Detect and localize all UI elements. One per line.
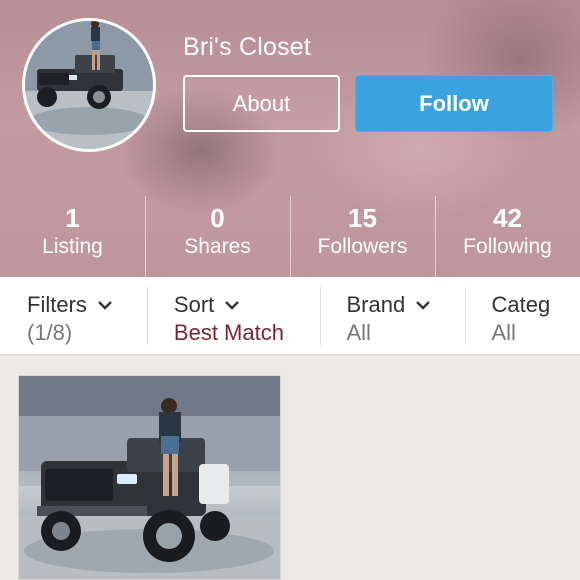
stat-label: Shares — [184, 235, 251, 258]
brand-label: Brand — [346, 292, 406, 317]
sort-value: Best Match — [173, 320, 284, 345]
listing-photo-truck-icon — [19, 376, 280, 579]
stat-count: 0 — [210, 203, 225, 233]
sort-dropdown[interactable]: Sort Best Match — [146, 277, 320, 354]
stat-following[interactable]: 42 Following — [435, 196, 580, 277]
filter-label-row: Sort — [174, 292, 320, 318]
category-dropdown[interactable]: Categ All — [464, 277, 580, 354]
stat-shares[interactable]: 0 Shares — [145, 196, 290, 277]
filter-label-row: Brand — [347, 292, 465, 318]
brand-dropdown[interactable]: Brand All — [319, 277, 465, 354]
stat-count: 42 — [493, 203, 522, 233]
filters-value: (1/8) — [27, 320, 73, 345]
profile-photo-truck-icon — [25, 21, 153, 149]
stat-label: Listing — [42, 235, 103, 258]
stat-label: Following — [463, 235, 552, 258]
stat-followers[interactable]: 15 Followers — [290, 196, 435, 277]
stat-count: 15 — [348, 203, 377, 233]
chevron-down-icon — [416, 301, 431, 310]
stat-listings[interactable]: 1 Listing — [0, 196, 145, 277]
stat-count: 1 — [65, 203, 80, 233]
brand-value: All — [346, 320, 371, 345]
profile-stats: 1 Listing 0 Shares 15 Followers 42 Follo… — [0, 196, 580, 277]
filters-dropdown[interactable]: Filters (1/8) — [0, 277, 147, 354]
avatar[interactable] — [22, 18, 156, 152]
shop-name: Bri's Closet — [183, 33, 312, 61]
filter-bar: Filters (1/8) Sort Best Match Brand All … — [0, 277, 580, 355]
chevron-down-icon — [98, 301, 112, 310]
listing-grid — [0, 355, 580, 580]
filters-label: Filters — [27, 292, 87, 317]
follow-button[interactable]: Follow — [355, 75, 553, 132]
filter-label-row: Filters — [27, 292, 147, 318]
category-label: Categ — [491, 292, 551, 317]
profile-header: Bri's Closet About Follow 1 Listing 0 Sh… — [0, 0, 580, 277]
sort-label: Sort — [173, 292, 215, 317]
chevron-down-icon — [225, 301, 240, 310]
about-button[interactable]: About — [183, 75, 340, 132]
filter-label-row: Categ — [492, 292, 580, 318]
category-value: All — [491, 320, 516, 345]
listing-tile[interactable] — [18, 375, 281, 580]
stat-label: Followers — [317, 235, 408, 258]
